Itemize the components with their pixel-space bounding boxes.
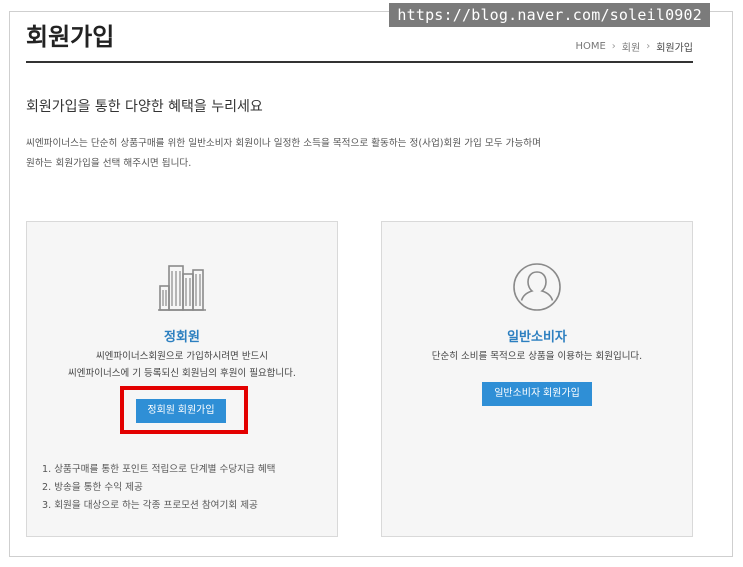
watermark: https://blog.naver.com/soleil0902	[389, 3, 710, 27]
breadcrumb: HOME › 회원 › 회원가입	[575, 39, 693, 54]
consumer-signup-button[interactable]: 일반소비자 회원가입	[482, 382, 592, 406]
consumer-card: 일반소비자 단순히 소비를 목적으로 상품을 이용하는 회원입니다. 일반소비자…	[381, 221, 693, 537]
buildings-icon	[158, 265, 206, 311]
intro-line: 씨엔파이너스는 단순히 상품구매를 위한 일반소비자 회원이나 일정한 소득을 …	[26, 138, 541, 149]
highlight-box	[120, 386, 248, 434]
title-divider	[26, 61, 693, 63]
intro-line: 원하는 회원가입을 선택 해주시면 됩니다.	[26, 158, 192, 169]
regular-member-title: 정회원	[164, 330, 200, 345]
breadcrumb-separator: ›	[611, 41, 616, 52]
breadcrumb-separator: ›	[646, 41, 651, 52]
intro-title: 회원가입을 통한 다양한 혜택을 누리세요	[26, 99, 263, 115]
description-line: 씨엔파이너스에 기 등록되신 회원님의 후원이 필요합니다.	[68, 368, 296, 379]
description-line: 씨엔파이너스회원으로 가입하시려면 반드시	[95, 351, 269, 362]
breadcrumb-home[interactable]: HOME	[575, 41, 605, 52]
breadcrumb-member[interactable]: 회원	[622, 39, 640, 54]
regular-member-card: 정회원 씨엔파이너스회원으로 가입하시려면 반드시 씨엔파이너스에 기 등록되신…	[26, 221, 338, 537]
page-title: 회원가입	[26, 23, 115, 51]
user-icon	[513, 263, 561, 311]
intro-text: 씨엔파이너스는 단순히 상품구매를 위한 일반소비자 회원이나 일정한 소득을 …	[26, 134, 541, 174]
list-item: 2. 방송을 통한 수익 제공	[42, 482, 143, 493]
list-item: 1. 상품구매를 통한 포인트 적립으로 단계별 수당지급 혜택	[42, 464, 276, 475]
breadcrumb-current: 회원가입	[656, 43, 693, 54]
consumer-description: 단순히 소비를 목적으로 상품을 이용하는 회원입니다.	[382, 348, 692, 365]
benefits-list: 1. 상품구매를 통한 포인트 적립으로 단계별 수당지급 혜택 2. 방송을 …	[42, 461, 276, 515]
list-item: 3. 회원을 대상으로 하는 각종 프로모션 참여기회 제공	[42, 500, 258, 511]
description-line: 단순히 소비를 목적으로 상품을 이용하는 회원입니다.	[431, 351, 643, 362]
regular-member-description: 씨엔파이너스회원으로 가입하시려면 반드시 씨엔파이너스에 기 등록되신 회원님…	[27, 348, 337, 382]
consumer-title: 일반소비자	[507, 330, 567, 345]
